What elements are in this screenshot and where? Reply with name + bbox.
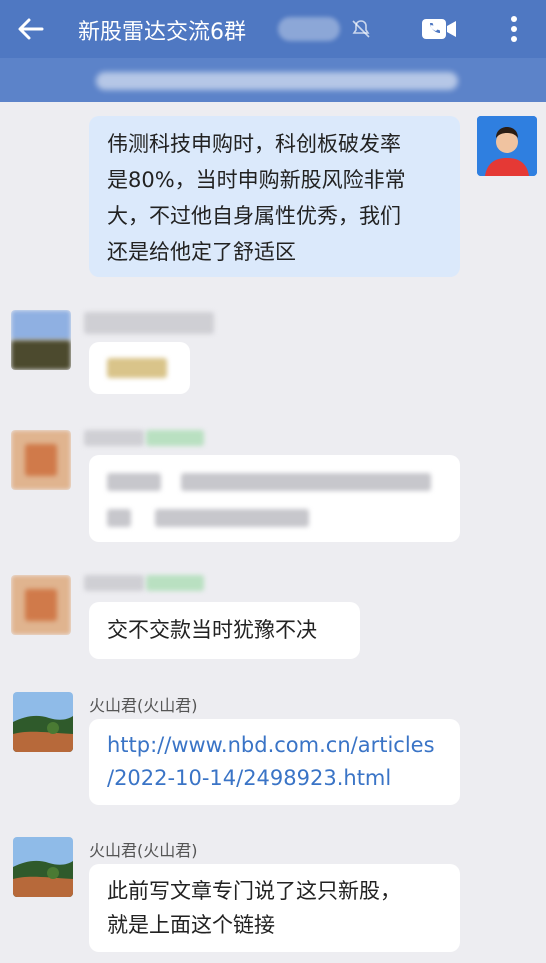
redacted-notice-text (96, 72, 458, 90)
message-line: 是80%，当时申购新股风险非常 (107, 168, 406, 192)
chat-header: 新股雷达交流6群 (0, 0, 546, 58)
redacted-sender-name (84, 312, 214, 334)
link-text-line[interactable]: http://www.nbd.com.cn/articles (107, 729, 442, 762)
redacted-sender-name (84, 575, 144, 591)
message-line: 就是上面这个链接 (107, 913, 275, 937)
message-line: 伟测科技申购时，科创板破发率 (107, 132, 401, 156)
sender-avatar[interactable] (11, 310, 71, 370)
message-bubble[interactable]: 交不交款当时犹豫不决 (89, 602, 360, 659)
redacted-sender-tag (146, 430, 204, 446)
sender-name: 火山君(火山君) (89, 696, 198, 715)
message-line: 大，不过他自身属性优秀，我们 (107, 204, 401, 228)
sender-avatar[interactable] (11, 430, 71, 490)
message-line: 还是给他定了舒适区 (107, 240, 296, 264)
video-call-icon[interactable] (420, 16, 458, 42)
redacted-sender-name (84, 430, 144, 446)
more-vertical-icon[interactable] (502, 12, 526, 46)
message-bubble-self[interactable]: 伟测科技申购时，科创板破发率 是80%，当时申购新股风险非常 大，不过他自身属性… (89, 116, 460, 277)
redacted-message-text (107, 358, 167, 378)
self-avatar[interactable] (477, 116, 537, 176)
chat-title: 新股雷达交流6群 (78, 20, 246, 45)
message-line: 此前写文章专门说了这只新股， (107, 879, 401, 903)
message-bubble[interactable] (89, 342, 190, 394)
muted-bell-icon (350, 18, 372, 40)
sender-name: 火山君(火山君) (89, 841, 198, 860)
back-arrow-icon[interactable] (14, 12, 48, 46)
message-bubble[interactable] (89, 455, 460, 542)
sender-avatar[interactable] (13, 837, 73, 897)
message-text: 交不交款当时犹豫不决 (107, 618, 317, 642)
sender-avatar[interactable] (11, 575, 71, 635)
sender-avatar[interactable] (13, 692, 73, 752)
message-bubble[interactable]: 此前写文章专门说了这只新股， 就是上面这个链接 (89, 864, 460, 952)
redacted-title-suffix (278, 17, 340, 41)
link-message-bubble[interactable]: http://www.nbd.com.cn/articles /2022-10-… (89, 719, 460, 805)
link-text-line[interactable]: /2022-10-14/2498923.html (107, 762, 442, 795)
redacted-sender-tag (146, 575, 204, 591)
